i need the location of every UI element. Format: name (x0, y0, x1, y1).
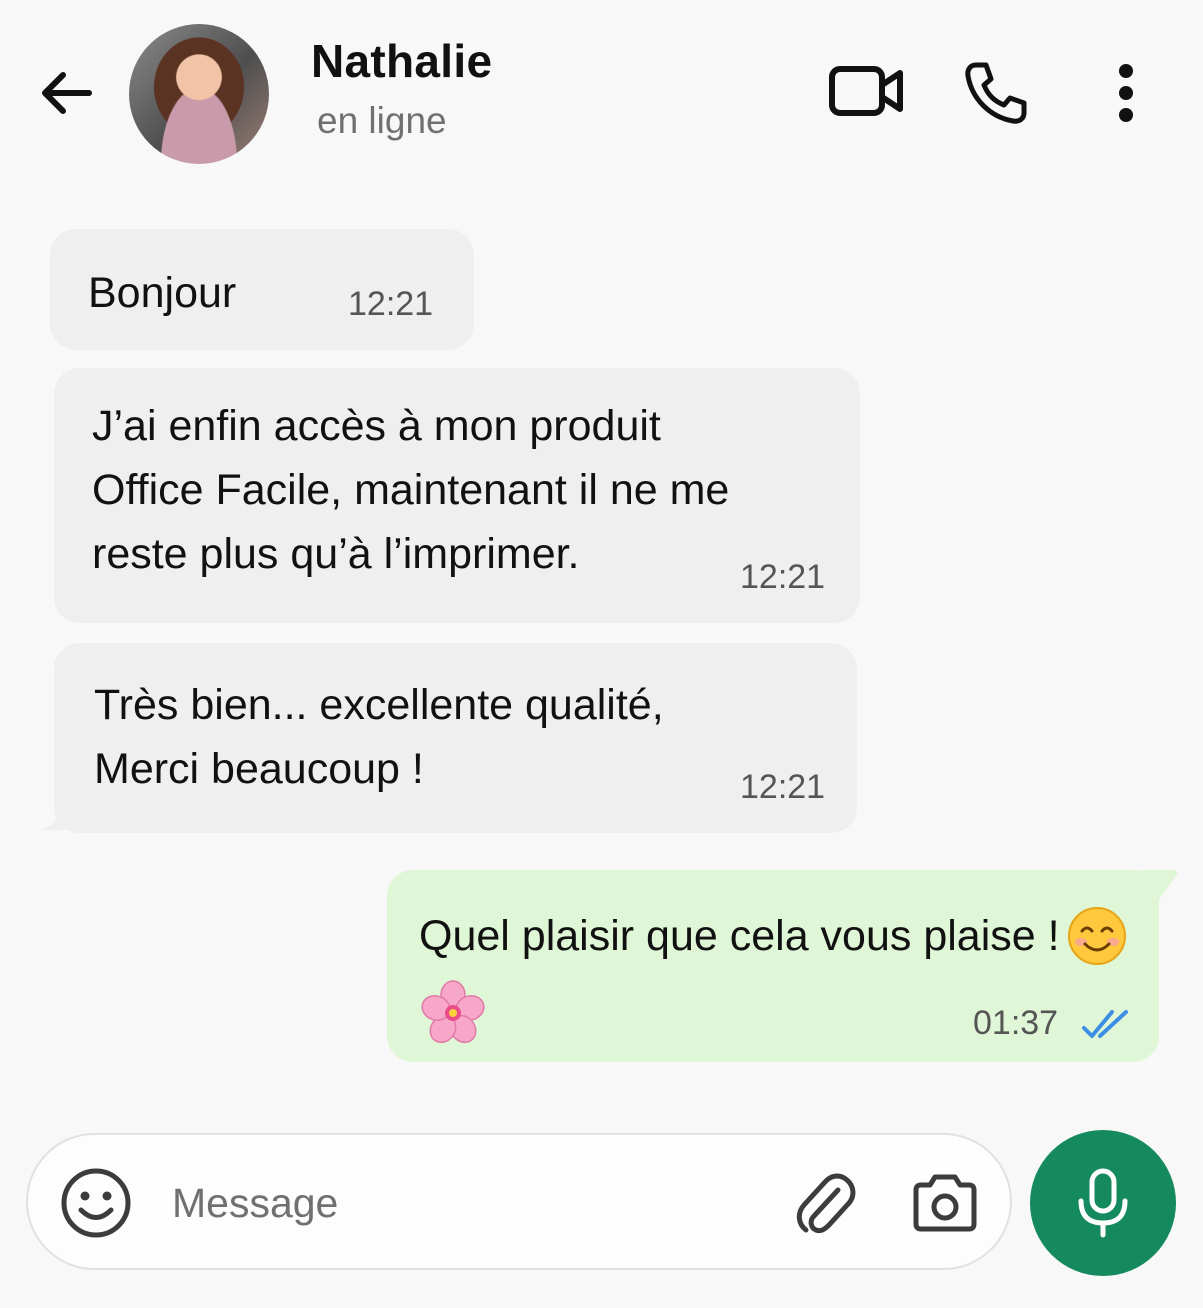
message-text: J’ai enfin accès à mon produit Office Fa… (92, 402, 730, 578)
message-time: 01:37 (973, 1004, 1059, 1042)
message-composer (26, 1133, 1012, 1270)
paperclip-icon (796, 1173, 856, 1234)
message-time: 12:21 (740, 558, 826, 596)
contact-status: en ligne (317, 100, 447, 141)
smiling-face-icon (1068, 907, 1126, 965)
phone-icon (965, 62, 1027, 124)
more-options-button[interactable] (1104, 55, 1148, 131)
message-text: Très bien... excellente qualité, Merci b… (94, 681, 664, 793)
back-button[interactable] (30, 58, 100, 128)
cherry-blossom-icon (421, 980, 485, 1044)
video-call-button[interactable] (826, 55, 908, 127)
video-camera-icon (829, 66, 903, 116)
chat-screen: Nathalie en ligne Bonjour 12:21 J’ai enf… (0, 0, 1203, 1308)
arrow-left-icon (42, 72, 92, 114)
voice-call-button[interactable] (958, 55, 1034, 131)
attach-button[interactable] (792, 1165, 858, 1241)
emoji-button[interactable] (58, 1165, 134, 1241)
message-bubble-incoming[interactable]: J’ai enfin accès à mon produit Office Fa… (54, 368, 860, 623)
read-receipt-icon (1082, 1010, 1128, 1038)
camera-button[interactable] (908, 1167, 982, 1239)
chat-header: Nathalie en ligne (0, 0, 1203, 190)
message-bubble-incoming[interactable]: Bonjour 12:21 (50, 229, 474, 350)
microphone-icon (1078, 1168, 1128, 1238)
message-text: Bonjour (88, 269, 237, 317)
camera-icon (913, 1174, 977, 1232)
message-bubble-outgoing[interactable]: Quel plaisir que cela vous plaise ! 01:3… (387, 870, 1159, 1062)
voice-message-button[interactable] (1030, 1130, 1176, 1276)
message-text: Quel plaisir que cela vous plaise ! (419, 912, 1060, 960)
message-time: 12:21 (740, 768, 826, 806)
contact-avatar[interactable] (129, 24, 269, 164)
contact-name[interactable]: Nathalie (311, 34, 492, 88)
message-bubble-incoming[interactable]: Très bien... excellente qualité, Merci b… (54, 643, 857, 833)
message-time: 12:21 (348, 285, 434, 323)
smiley-icon (61, 1168, 131, 1238)
more-vertical-icon (1119, 64, 1133, 122)
message-input[interactable] (172, 1171, 752, 1235)
